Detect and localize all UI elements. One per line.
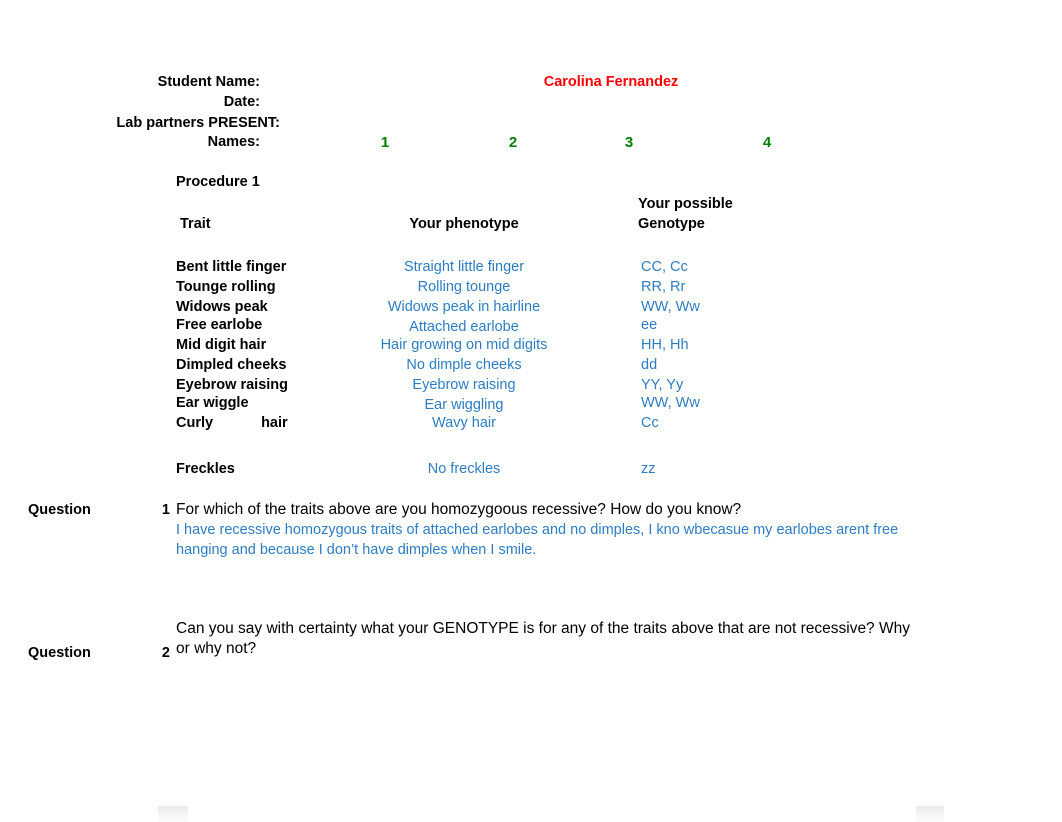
phenotype-value[interactable]: Ear wiggling <box>364 397 564 413</box>
trait-name-part2: hair <box>261 415 288 431</box>
question-2-number: 2 <box>161 645 170 661</box>
genotype-value[interactable]: ee <box>641 317 801 333</box>
trait-name: Freckles <box>176 461 235 477</box>
question-1-number: 1 <box>161 502 170 518</box>
cutoff-segment-right <box>916 806 944 822</box>
cutoff-segment-left <box>158 806 188 822</box>
trait-name-part1: Curly <box>176 415 214 431</box>
trait-name: Free earlobe <box>176 317 263 333</box>
column-header-genotype-line2: Genotype <box>638 216 705 232</box>
trait-name: Eyebrow raising <box>176 377 289 393</box>
student-name-label: Student Name: <box>157 74 260 90</box>
trait-name: Curly hair <box>176 415 288 431</box>
genotype-value[interactable]: RR, Rr <box>641 279 801 295</box>
partner-number-1[interactable]: 1 <box>340 134 430 151</box>
partner-number-2[interactable]: 2 <box>468 134 558 151</box>
genotype-value[interactable]: WW, Ww <box>641 395 801 411</box>
date-label: Date: <box>223 94 260 110</box>
student-name-value[interactable]: Carolina Fernandez <box>466 74 756 90</box>
partner-number-4[interactable]: 4 <box>722 134 812 151</box>
trait-name: Ear wiggle <box>176 395 249 411</box>
question-1-label: Question <box>28 502 91 518</box>
phenotype-value[interactable]: Eyebrow raising <box>364 377 564 393</box>
page-bottom-cutoff-row <box>0 806 1062 822</box>
genotype-value[interactable]: CC, Cc <box>641 259 801 275</box>
cutoff-text-ghost <box>196 807 199 821</box>
genotype-value[interactable]: WW, Ww <box>641 299 801 315</box>
column-header-trait: Trait <box>180 216 211 232</box>
partner-number-3[interactable]: 3 <box>584 134 674 151</box>
phenotype-value[interactable]: Widows peak in hairline <box>364 299 564 315</box>
phenotype-value[interactable]: No freckles <box>364 461 564 477</box>
question-1-text: For which of the traits above are you ho… <box>176 501 742 518</box>
phenotype-value[interactable]: Hair growing on mid digits <box>364 337 564 353</box>
genotype-value[interactable]: HH, Hh <box>641 337 801 353</box>
phenotype-value[interactable]: No dimple cheeks <box>364 357 564 373</box>
genotype-value[interactable]: Cc <box>641 415 801 431</box>
phenotype-value[interactable]: Attached earlobe <box>364 319 564 335</box>
question-2-text: Can you say with certainty what your GEN… <box>176 620 910 657</box>
phenotype-value[interactable]: Rolling tounge <box>364 279 564 295</box>
column-header-genotype-line1: Your possible <box>638 196 733 212</box>
names-label: Names: <box>207 134 260 150</box>
trait-name: Bent little finger <box>176 259 287 275</box>
question-1-answer[interactable]: I have recessive homozygous traits of at… <box>176 521 936 560</box>
trait-name: Dimpled cheeks <box>176 357 287 373</box>
genotype-value[interactable]: zz <box>641 461 801 477</box>
column-header-phenotype: Your phenotype <box>409 216 519 232</box>
question-2-label: Question <box>28 645 91 661</box>
trait-name: Tounge rolling <box>176 279 276 295</box>
genotype-value[interactable]: YY, Yy <box>641 377 801 393</box>
trait-name: Widows peak <box>176 299 268 315</box>
phenotype-value[interactable]: Wavy hair <box>364 415 564 431</box>
phenotype-value[interactable]: Straight little finger <box>364 259 564 275</box>
genotype-value[interactable]: dd <box>641 357 801 373</box>
procedure-title: Procedure 1 <box>176 174 260 190</box>
trait-name: Mid digit hair <box>176 337 267 353</box>
worksheet-page: Student Name: Date: Lab partners PRESENT… <box>0 0 1062 822</box>
lab-partners-present-label: Lab partners PRESENT: <box>116 115 280 131</box>
